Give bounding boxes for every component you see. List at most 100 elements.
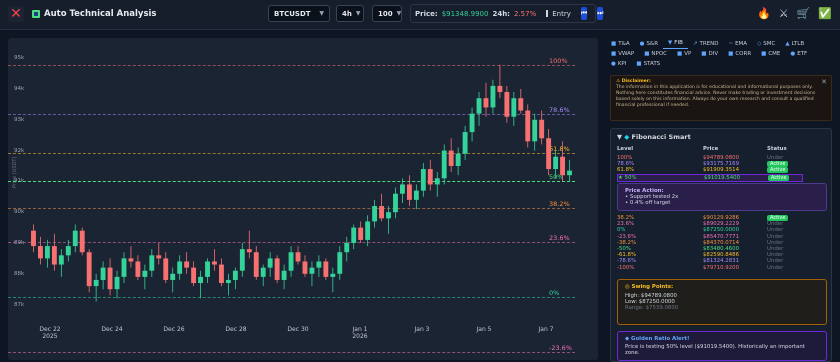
candle-body [100, 267, 106, 280]
candle-body [142, 270, 148, 277]
fire-icon[interactable]: 🔥 [757, 7, 771, 20]
tab-smc[interactable]: ◇ SMC [752, 38, 780, 49]
tab-trend[interactable]: ↗ TREND [688, 38, 724, 49]
fib-price: $83480.4600 [703, 246, 740, 252]
x-tick-label: Jan 5 [476, 326, 492, 333]
fib-level: -50% [617, 246, 631, 252]
candle-body [212, 261, 217, 265]
price-chart[interactable]: 95k 94k 93k 92k 91k 90k 89k 88k 87k Price (USDT)… [8, 38, 598, 360]
candle-body [163, 258, 169, 280]
next-button[interactable]: ⏭ [597, 7, 604, 20]
check-icon[interactable]: ✅ [818, 7, 832, 20]
candle-body [246, 249, 252, 253]
swing-points-title: ◎ Swing Points: [625, 284, 819, 290]
tab-label: STATS [643, 61, 661, 67]
candle-body [358, 227, 364, 240]
candle-body [413, 190, 419, 200]
price-info: Price: $91348.9900 24h: 2.57% Entry ⏮ ⏭ [410, 4, 604, 23]
close-icon[interactable]: ✕ [8, 6, 24, 22]
fib-row: -38.2% $84370.0714 Under [617, 240, 803, 246]
fib-status: Under [767, 252, 784, 259]
tab-kpi[interactable]: ● KPI [606, 59, 631, 69]
candle-body [330, 273, 336, 277]
fib-status: Under [767, 264, 784, 271]
tab-div[interactable]: ■ DIV [696, 49, 723, 59]
candle-body [560, 156, 565, 176]
candle-body [553, 156, 559, 170]
tab-cme[interactable]: ■ CME [756, 49, 785, 59]
candle-body [121, 258, 127, 277]
fib-row: 100% $94789.0800 Under [617, 155, 803, 161]
previous-button[interactable]: ⏮ [580, 7, 588, 20]
tab-sr[interactable]: ● S&R [635, 38, 663, 49]
fib-level: -38.2% [617, 239, 637, 246]
fib-level: 0% [617, 227, 626, 234]
price-action-item: • 0.4% off target [625, 200, 671, 206]
tab-fib[interactable]: ▼ FIB [663, 38, 688, 49]
candle-body [476, 98, 482, 114]
candle-body [51, 246, 57, 265]
tab-label: S&R [646, 40, 659, 47]
x-tick-label: Dec 28 [225, 326, 247, 333]
candle-body [546, 138, 552, 170]
header-price: Price [703, 146, 719, 152]
candles [31, 64, 572, 302]
candle-body [128, 258, 134, 262]
tab-npoc[interactable]: ■ NPOC [639, 49, 672, 59]
tab-etf[interactable]: ● ETF [785, 49, 812, 59]
candle-body [309, 267, 315, 274]
header-status: Status [767, 146, 787, 152]
candle-body [441, 150, 447, 179]
tab-vwap[interactable]: ■ VWAP [606, 49, 639, 59]
candle-body [93, 279, 99, 287]
fib-row: -61.8% $82590.8486 Under [617, 252, 803, 258]
top-bar: ✕ Auto Technical Analysis BTCUSDT ▼ 4h ▼ 1… [0, 0, 840, 30]
candle-body [525, 110, 531, 142]
candle-body [511, 98, 517, 117]
x-tick-label: Dec 30 [287, 326, 309, 333]
symbol-select[interactable]: BTCUSDT ▼ [268, 5, 330, 22]
fib-status: Under [767, 155, 784, 161]
fib-status: Under [767, 258, 784, 265]
fib-price: $81324.2831 [703, 258, 740, 265]
x-tick-label: Jan 7 [538, 326, 554, 333]
candle-body [239, 249, 245, 271]
interval-select[interactable]: 4h ▼ [336, 5, 364, 22]
disclaimer-title: Disclaimer: [621, 79, 651, 84]
tab-ta[interactable]: ■ T&A [606, 38, 635, 49]
candle-body [497, 85, 503, 93]
fib-row: 78.6% $93175.7169 Active [617, 161, 803, 168]
candle-body [365, 221, 371, 240]
tab-icon: ● [790, 51, 796, 57]
candle-body [539, 119, 545, 139]
change-value: 2.57% [513, 9, 537, 18]
fib-row: -78.6% $81324.2831 Under [617, 258, 803, 264]
tab-corr[interactable]: ■ CORR [723, 49, 756, 59]
fib-price: $91909.3514 [703, 167, 740, 174]
candle-body [260, 267, 266, 277]
tab-ltlb[interactable]: ▲ LTLB [780, 38, 809, 49]
header-level: Level [617, 146, 634, 152]
tab-icon: ◇ [757, 40, 762, 47]
limit-select[interactable]: 100 ▼ [372, 5, 402, 22]
candle-body [267, 258, 273, 268]
swords-icon[interactable]: ⚔ [779, 7, 789, 20]
candle-body [170, 273, 176, 280]
candle-body [38, 246, 43, 259]
tab-ema[interactable]: ~ EMA [723, 38, 752, 49]
entry-checkbox[interactable] [546, 10, 549, 17]
cart-icon[interactable]: 🛒 [797, 7, 811, 20]
candle-body [107, 267, 113, 290]
candle-body [72, 230, 78, 247]
tab-icon: ▼ [668, 40, 673, 46]
close-icon[interactable]: ✕ [821, 78, 827, 87]
x-tick-label: Jan 3 [414, 326, 430, 333]
tab-vp[interactable]: ■ VP [672, 49, 696, 59]
tab-stats[interactable]: ■ STATS [631, 59, 665, 69]
candle-body [337, 252, 343, 274]
target-icon: ◎ [625, 284, 632, 290]
fib-status: Active [767, 167, 789, 174]
candle-body [177, 261, 183, 274]
candle-body [149, 255, 155, 271]
candle-body [205, 261, 210, 277]
